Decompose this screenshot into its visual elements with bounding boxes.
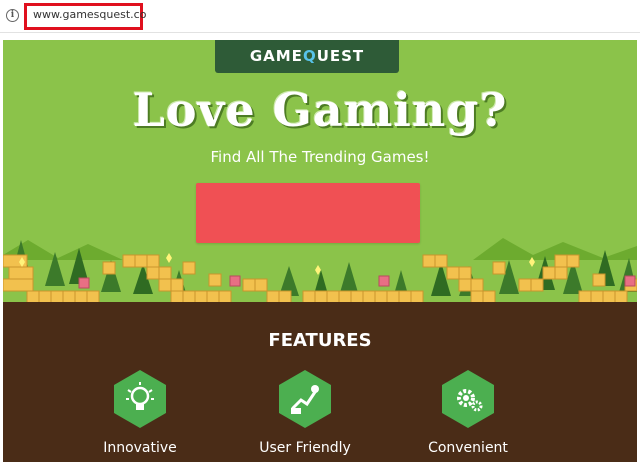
gear-icon bbox=[442, 370, 494, 428]
feature-label: Innovative bbox=[103, 440, 177, 456]
feature-label: User Friendly bbox=[259, 440, 351, 456]
site-logo[interactable]: GAMEQUEST bbox=[215, 40, 399, 73]
features-heading: FEATURES bbox=[268, 330, 372, 351]
browser-address-bar[interactable]: i www.gamesquest.co bbox=[0, 0, 640, 33]
feature-label: Convenient bbox=[428, 440, 508, 456]
cta-button[interactable] bbox=[196, 183, 420, 243]
lightbulb-icon bbox=[114, 370, 166, 428]
logo-text-prefix: GAME bbox=[249, 47, 303, 65]
feature-innovative[interactable]: Innovative bbox=[60, 368, 220, 456]
user-friendly-icon bbox=[279, 370, 331, 428]
hero-subtitle: Find All The Trending Games! bbox=[210, 148, 430, 166]
url-text[interactable]: www.gamesquest.co bbox=[33, 8, 146, 21]
logo-text-q: Q bbox=[302, 47, 317, 65]
feature-convenient[interactable]: Convenient bbox=[388, 368, 548, 456]
info-icon[interactable]: i bbox=[6, 9, 19, 22]
logo-text-suffix: UEST bbox=[316, 47, 365, 65]
web-page: GAMEQUEST Love Gaming? Find All The Tren… bbox=[3, 40, 637, 462]
hero-title: Love Gaming? bbox=[132, 83, 508, 137]
feature-user-friendly[interactable]: User Friendly bbox=[225, 368, 385, 456]
